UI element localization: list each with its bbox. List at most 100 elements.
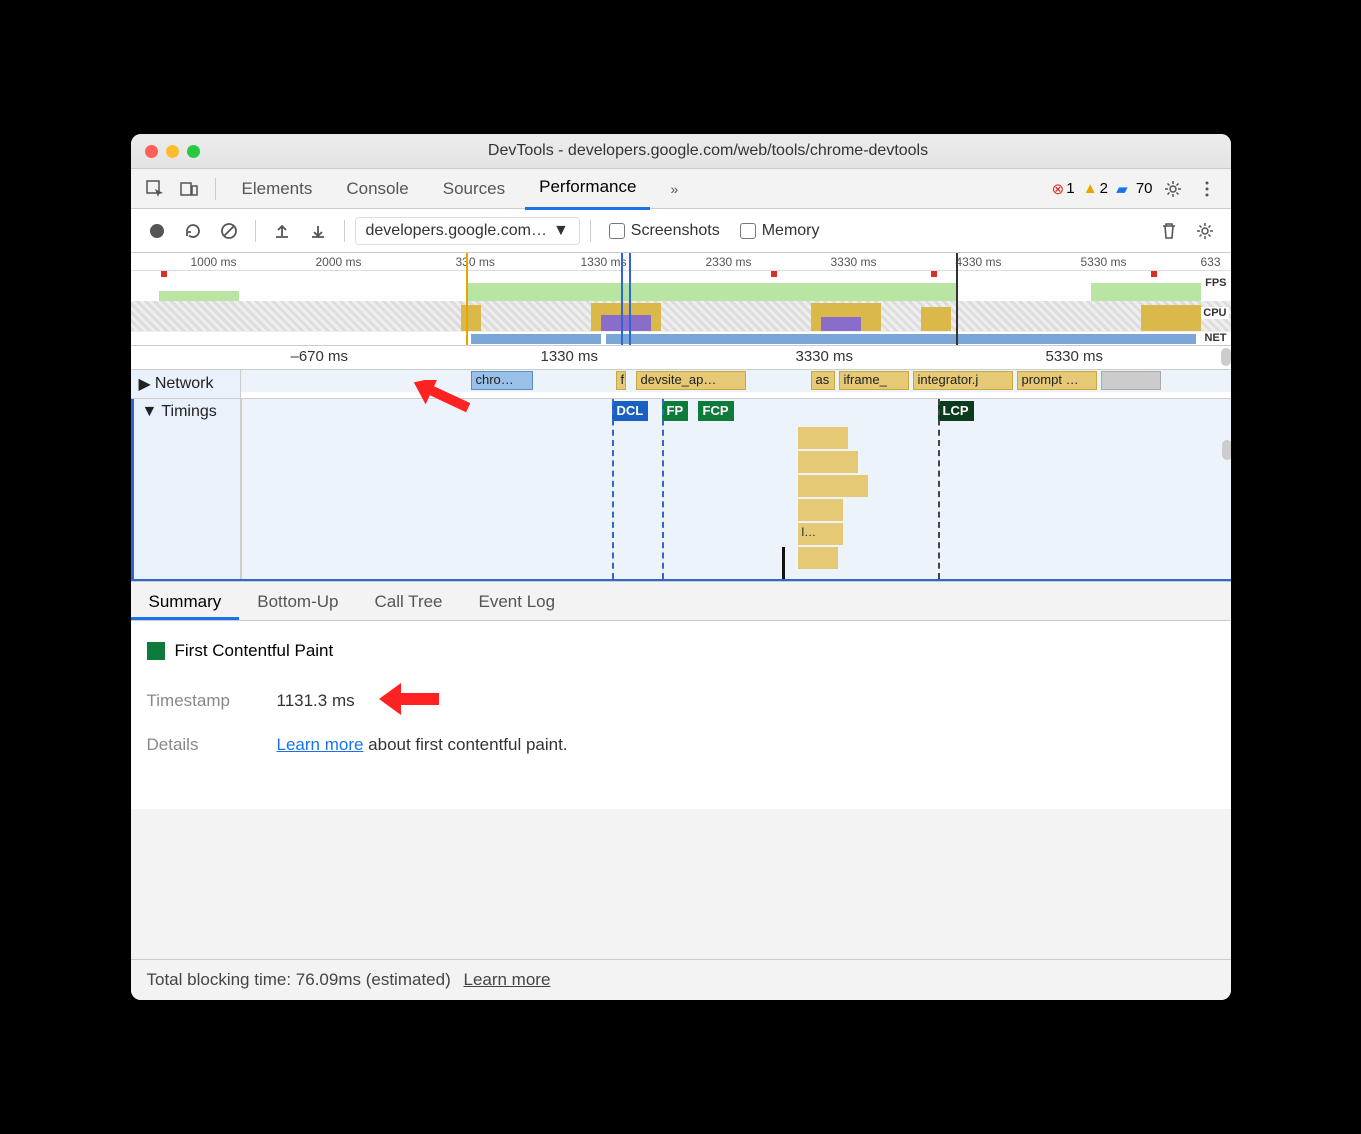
track-name: Network — [155, 375, 214, 393]
fps-label: FPS — [1203, 277, 1228, 289]
scrollbar[interactable] — [1221, 348, 1231, 366]
task-mark — [782, 547, 785, 579]
collapse-icon: ▶ — [139, 374, 151, 394]
more-icon[interactable] — [1193, 175, 1221, 203]
net-request[interactable]: integrator.j — [913, 371, 1013, 390]
net-segment — [471, 334, 601, 344]
fp-line — [662, 399, 664, 579]
settings-icon[interactable] — [1159, 175, 1187, 203]
long-task[interactable] — [798, 475, 868, 497]
tab-elements[interactable]: Elements — [228, 169, 327, 209]
net-label: NET — [1203, 332, 1229, 344]
tabs-overflow[interactable]: » — [656, 171, 692, 207]
ruler-tick: 1000 ms — [191, 255, 237, 269]
divider — [590, 220, 591, 242]
scrollbar[interactable] — [1222, 440, 1231, 460]
console-status[interactable]: ⊗1 ▲2 ▰ 70 — [1052, 180, 1153, 198]
timing-fcp[interactable]: FCP — [698, 401, 734, 421]
learn-more-link[interactable]: Learn more — [463, 970, 550, 989]
tab-performance[interactable]: Performance — [525, 167, 650, 210]
tab-summary[interactable]: Summary — [131, 582, 240, 620]
warning-count: 2 — [1100, 180, 1108, 197]
tab-bottomup[interactable]: Bottom-Up — [239, 582, 356, 620]
learn-more-link[interactable]: Learn more — [277, 735, 364, 754]
perf-toolbar: developers.google.com… ▼ Screenshots Mem… — [131, 209, 1231, 253]
fps-bar — [466, 283, 956, 301]
net-request[interactable]: prompt … — [1017, 371, 1097, 390]
tab-sources[interactable]: Sources — [429, 169, 519, 209]
long-task[interactable] — [798, 499, 843, 521]
timing-dcl[interactable]: DCL — [612, 401, 649, 421]
inspect-icon[interactable] — [141, 175, 169, 203]
ruler-tick: 330 ms — [456, 255, 495, 269]
collapse-icon: ▼ — [142, 403, 158, 421]
net-request[interactable]: devsite_ap… — [636, 371, 746, 390]
fps-drop-mark — [931, 271, 937, 277]
track-name: Timings — [161, 403, 216, 421]
start-marker — [466, 253, 468, 345]
timings-track-body[interactable]: DCL FP FCP LCP l… — [241, 399, 1231, 579]
long-task[interactable]: l… — [798, 523, 843, 545]
viewport-selection[interactable] — [621, 253, 631, 345]
cpu-activity — [921, 307, 951, 331]
flamechart-area[interactable]: ▶ Network chro… f devsite_ap… as iframe_… — [131, 370, 1231, 581]
cpu-lane: CPU — [131, 301, 1231, 331]
lcp-line — [938, 399, 940, 579]
summary-panel: First Contentful Paint Timestamp 1131.3 … — [131, 621, 1231, 809]
long-task[interactable] — [798, 547, 838, 569]
trash-icon[interactable] — [1153, 215, 1185, 247]
memory-checkbox[interactable]: Memory — [732, 222, 828, 240]
ruler-tick: 3330 ms — [831, 255, 877, 269]
devtools-tabs: Elements Console Sources Performance » ⊗… — [131, 169, 1231, 209]
long-task[interactable] — [798, 427, 848, 449]
screenshots-checkbox[interactable]: Screenshots — [601, 222, 728, 240]
blocking-time-text: Total blocking time: 76.09ms (estimated) — [147, 970, 451, 989]
timing-fp[interactable]: FP — [662, 401, 689, 421]
ruler-tick: 2330 ms — [706, 255, 752, 269]
tab-eventlog[interactable]: Event Log — [461, 582, 574, 620]
annotation-arrow — [379, 681, 439, 721]
details-row: Details Learn more about first contentfu… — [147, 735, 1215, 755]
ruler-tick: –670 ms — [291, 348, 349, 365]
net-request[interactable]: chro… — [471, 371, 533, 390]
long-task[interactable] — [798, 451, 858, 473]
capture-settings-icon[interactable] — [1189, 215, 1221, 247]
tab-console[interactable]: Console — [332, 169, 422, 209]
maximize-button[interactable] — [187, 145, 200, 158]
ruler-tick: 633 — [1201, 255, 1221, 269]
minimize-button[interactable] — [166, 145, 179, 158]
network-track-body[interactable]: chro… f devsite_ap… as iframe_ integrato… — [241, 370, 1231, 392]
net-lane: NET — [131, 331, 1231, 345]
profile-selector[interactable]: developers.google.com… ▼ — [355, 217, 580, 245]
timings-track-label[interactable]: ▼ Timings — [131, 399, 241, 579]
overview-panel[interactable]: 1000 ms 2000 ms 330 ms 1330 ms 2330 ms 3… — [131, 253, 1231, 346]
devtools-window: DevTools - developers.google.com/web/too… — [131, 134, 1231, 1000]
fps-drop-mark — [161, 271, 167, 277]
ruler-tick: 5330 ms — [1081, 255, 1127, 269]
download-icon[interactable] — [302, 215, 334, 247]
net-request[interactable]: as — [811, 371, 835, 390]
range-marker — [956, 253, 958, 345]
ruler-tick: 1330 ms — [541, 348, 599, 365]
net-request[interactable]: f — [616, 371, 626, 390]
close-button[interactable] — [145, 145, 158, 158]
timing-lcp[interactable]: LCP — [938, 401, 974, 421]
net-segment — [606, 334, 1196, 344]
divider — [215, 178, 216, 200]
upload-icon[interactable] — [266, 215, 298, 247]
record-button[interactable] — [141, 215, 173, 247]
timings-track: ▼ Timings DCL FP FCP LCP l… — [131, 399, 1231, 581]
net-request[interactable] — [1101, 371, 1161, 390]
reload-button[interactable] — [177, 215, 209, 247]
event-color-swatch — [147, 642, 165, 660]
memory-label: Memory — [762, 222, 820, 240]
clear-button[interactable] — [213, 215, 245, 247]
tab-calltree[interactable]: Call Tree — [356, 582, 460, 620]
empty-area — [131, 809, 1231, 959]
ruler-tick: 5330 ms — [1046, 348, 1104, 365]
network-track: ▶ Network chro… f devsite_ap… as iframe_… — [131, 370, 1231, 399]
network-track-label[interactable]: ▶ Network — [131, 370, 241, 398]
cpu-activity — [1141, 305, 1201, 331]
net-request[interactable]: iframe_ — [839, 371, 909, 390]
device-mode-icon[interactable] — [175, 175, 203, 203]
